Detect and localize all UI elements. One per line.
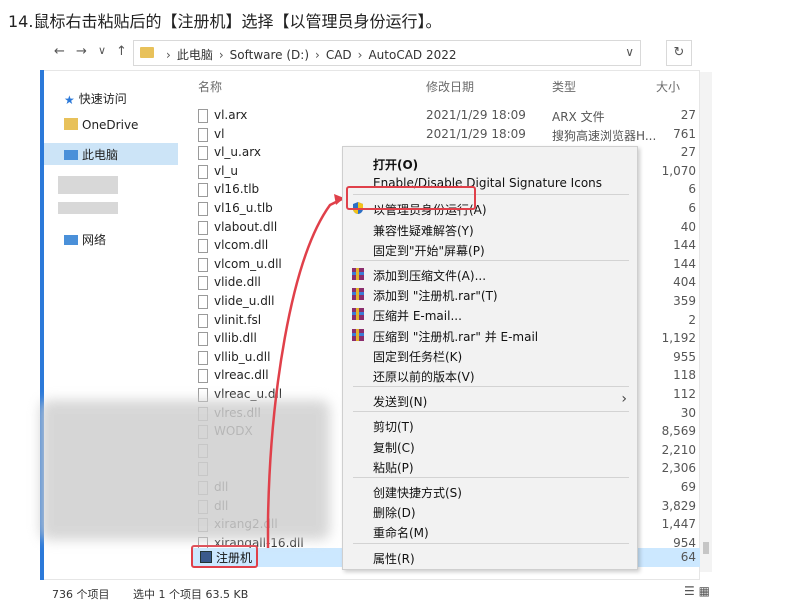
- menu-separator: [353, 542, 629, 544]
- archive-icon: [351, 328, 365, 342]
- context-menu-item[interactable]: 压缩并 E-mail...: [343, 304, 637, 324]
- menu-separator: [353, 411, 629, 413]
- context-menu-label: 兼容性疑难解答(Y): [373, 223, 474, 238]
- context-menu-item[interactable]: 压缩到 "注册机.rar" 并 E-mail: [343, 325, 637, 345]
- context-menu-label: 发送到(N): [373, 395, 428, 410]
- context-menu-item[interactable]: 剪切(T): [343, 415, 637, 435]
- context-menu-item[interactable]: 添加到压缩文件(A)...: [343, 264, 637, 284]
- context-menu-label: 添加到 "注册机.rar"(T): [373, 289, 498, 304]
- context-menu-label: 复制(C): [373, 440, 415, 455]
- context-menu-label: 固定到任务栏(K): [373, 349, 463, 364]
- context-menu-label: 添加到压缩文件(A)...: [373, 269, 487, 283]
- context-menu-label: 删除(D): [373, 506, 416, 521]
- context-menu-label: 粘贴(P): [373, 460, 414, 475]
- archive-icon: [351, 267, 365, 281]
- menu-separator: [353, 260, 629, 261]
- context-menu-label: 打开(O): [373, 158, 419, 172]
- archive-icon: [351, 307, 365, 321]
- context-menu-label: 固定到"开始"屏幕(P): [373, 243, 485, 258]
- menu-separator: [353, 477, 629, 478]
- menu-separator: [353, 386, 629, 388]
- context-menu-item[interactable]: 复制(C): [343, 436, 637, 456]
- context-menu-item[interactable]: 粘贴(P): [343, 456, 637, 476]
- archive-icon: [351, 287, 365, 301]
- context-menu-label: 压缩并 E-mail...: [373, 309, 462, 324]
- context-menu-label: 还原以前的版本(V): [373, 370, 475, 384]
- context-menu-item[interactable]: 还原以前的版本(V): [343, 365, 637, 385]
- context-menu-item[interactable]: 兼容性疑难解答(Y): [343, 219, 637, 239]
- context-menu-label: 属性(R): [373, 551, 415, 566]
- context-menu-label: 创建快捷方式(S): [373, 486, 462, 500]
- context-menu-label: 压缩到 "注册机.rar" 并 E-mail: [373, 329, 539, 344]
- chevron-right-icon: ›: [621, 391, 627, 408]
- context-menu-item[interactable]: 属性(R): [343, 547, 637, 567]
- context-menu-label: 剪切(T): [373, 420, 414, 435]
- context-menu-item[interactable]: 重命名(M): [343, 521, 637, 541]
- context-menu-item[interactable]: 发送到(N) ›: [343, 390, 637, 410]
- context-menu-item[interactable]: 固定到"开始"屏幕(P): [343, 239, 637, 259]
- context-menu-item[interactable]: 添加到 "注册机.rar"(T): [343, 284, 637, 304]
- context-menu-item[interactable]: 删除(D): [343, 501, 637, 521]
- context-menu-item[interactable]: 打开(O): [343, 153, 637, 173]
- context-menu-item[interactable]: 固定到任务栏(K): [343, 345, 637, 365]
- context-menu-label: 重命名(M): [373, 526, 429, 541]
- highlight-box-run-as-admin: [346, 186, 476, 210]
- context-menu-item[interactable]: 创建快捷方式(S): [343, 481, 637, 501]
